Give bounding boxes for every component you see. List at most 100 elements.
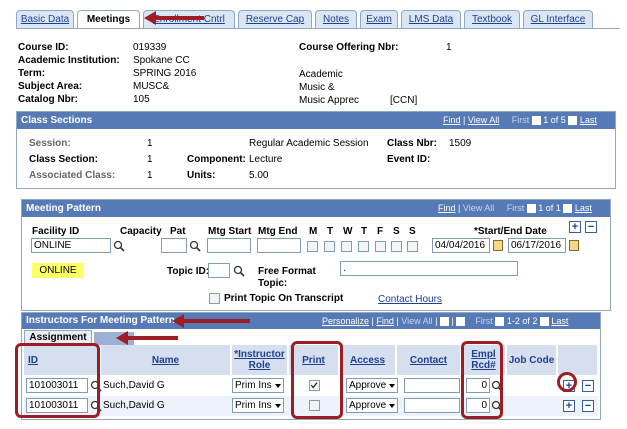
pat-lookup-icon[interactable] <box>189 240 201 252</box>
end-date-input[interactable]: 06/17/2016 <box>508 238 566 253</box>
row-count: 1 of 5 <box>543 115 566 125</box>
tab-basic-data[interactable]: Basic Data <box>16 10 74 28</box>
personalize-link[interactable]: Personalize <box>322 316 369 326</box>
facility-lookup-icon[interactable] <box>113 240 125 252</box>
prev-arrow-icon[interactable] <box>495 317 505 327</box>
tab-textbook[interactable]: Textbook <box>464 10 520 28</box>
day-t-checkbox[interactable] <box>324 241 335 252</box>
tab-reserve-cap[interactable]: Reserve Cap <box>238 10 312 28</box>
instructor-role-select[interactable]: Prim Ins <box>232 398 284 413</box>
topic-id-label: Topic ID: <box>167 266 210 277</box>
class-nbr-value: 1509 <box>449 138 472 149</box>
chevron-down-icon <box>275 404 281 408</box>
start-end-date-label: *Start/End Date <box>474 226 547 237</box>
component-value: Lecture <box>249 154 283 165</box>
annotation-box-id <box>15 343 100 418</box>
associated-class-value: 1 <box>147 170 153 181</box>
delete-instructor-icon[interactable]: − <box>582 400 594 412</box>
delete-row-icon[interactable]: − <box>585 221 597 233</box>
access-select[interactable]: Approve <box>346 378 398 393</box>
day-s2-checkbox[interactable] <box>407 241 418 252</box>
role-value: Prim Ins <box>235 380 272 391</box>
tab-underline <box>16 28 620 29</box>
tab-notes[interactable]: Notes <box>315 10 357 28</box>
view-all-link[interactable]: View All <box>468 115 499 125</box>
tab-lms-data[interactable]: LMS Data <box>401 10 461 28</box>
free-format-label: Free Format <box>258 266 316 277</box>
col-access-label: Access <box>349 354 386 366</box>
facility-id-input[interactable]: ONLINE <box>31 238 111 253</box>
col-access[interactable]: Access <box>340 345 396 375</box>
col-instructor-role[interactable]: *Instructor Role <box>232 345 288 375</box>
course-offering-value: 1 <box>446 42 452 53</box>
last-link[interactable]: Last <box>575 203 592 213</box>
first-link[interactable]: First <box>512 115 530 125</box>
add-instructor-icon[interactable]: + <box>563 400 575 412</box>
col-role-label-1: *Instructor <box>234 349 285 360</box>
topic-lookup-icon[interactable] <box>233 265 245 277</box>
find-link[interactable]: Find <box>376 316 394 326</box>
next-arrow-icon[interactable] <box>568 116 578 126</box>
catalog-tag: [CCN] <box>390 95 418 106</box>
end-calendar-icon[interactable] <box>569 240 579 251</box>
session-label: Session: <box>29 138 71 149</box>
capacity-label: Capacity <box>120 226 162 237</box>
prev-arrow-icon[interactable] <box>531 116 541 126</box>
chevron-down-icon <box>389 384 395 388</box>
instructor-role-select[interactable]: Prim Ins <box>232 378 284 393</box>
day-t2-checkbox[interactable] <box>358 241 369 252</box>
col-name[interactable]: Name <box>101 345 231 375</box>
instructors-title: Instructors For Meeting Pattern <box>26 315 175 326</box>
start-calendar-icon[interactable] <box>493 240 503 251</box>
contact-hours-link[interactable]: Contact Hours <box>378 294 442 305</box>
first-link[interactable]: First <box>475 316 493 326</box>
tab-gl-interface[interactable]: GL Interface <box>523 10 593 28</box>
free-format-topic-input[interactable]: . <box>340 261 518 276</box>
prev-arrow-icon[interactable] <box>526 204 536 214</box>
contact-input[interactable] <box>404 398 460 413</box>
grid-icon[interactable] <box>456 317 466 327</box>
day-m-checkbox[interactable] <box>307 241 318 252</box>
access-select[interactable]: Approve <box>346 398 398 413</box>
tab-exam[interactable]: Exam <box>360 10 398 28</box>
col-contact-label: Contact <box>409 354 448 366</box>
institution-label: Academic Institution: <box>18 55 120 66</box>
tab-meetings[interactable]: Meetings <box>77 10 140 29</box>
add-row-icon[interactable]: + <box>569 221 581 233</box>
print-topic-checkbox[interactable] <box>209 293 220 304</box>
print-topic-label: Print Topic On Transcript <box>224 293 344 304</box>
first-link[interactable]: First <box>507 203 525 213</box>
day-f-checkbox[interactable] <box>375 241 386 252</box>
last-link[interactable]: Last <box>580 115 597 125</box>
start-date-input[interactable]: 04/04/2016 <box>432 238 490 253</box>
col-contact[interactable]: Contact <box>397 345 461 375</box>
instructor-name: Such,David G <box>103 380 165 391</box>
annotation-arrow <box>182 319 250 323</box>
view-all-link[interactable]: View All <box>401 316 432 326</box>
class-sections-panel: Class Sections Find | View All First 1 o… <box>16 111 616 189</box>
mtg-end-label: Mtg End <box>258 226 298 237</box>
day-w-checkbox[interactable] <box>341 241 352 252</box>
view-all-link[interactable]: View All <box>463 203 494 213</box>
topic-id-input[interactable] <box>208 263 230 278</box>
next-arrow-icon[interactable] <box>539 317 549 327</box>
day-f-label: F <box>377 226 384 237</box>
class-section-value: 1 <box>147 154 153 165</box>
day-s-checkbox[interactable] <box>391 241 402 252</box>
next-arrow-icon[interactable] <box>563 204 573 214</box>
download-icon[interactable] <box>439 317 449 327</box>
mtg-end-input[interactable] <box>257 238 301 253</box>
facility-id-label: Facility ID <box>32 226 80 237</box>
subject-label: Subject Area: <box>18 81 83 92</box>
contact-input[interactable] <box>404 378 460 393</box>
delete-instructor-icon[interactable]: − <box>582 380 594 392</box>
mtg-start-input[interactable] <box>207 238 251 253</box>
pat-input[interactable] <box>161 238 187 253</box>
last-link[interactable]: Last <box>551 316 568 326</box>
role-value: Prim Ins <box>235 400 272 411</box>
find-link[interactable]: Find <box>438 203 456 213</box>
class-sections-title: Class Sections <box>21 115 93 126</box>
meeting-pattern-nav: Find | View All First 1 of 1 Last <box>438 203 592 214</box>
mtg-start-label: Mtg Start <box>208 226 252 237</box>
find-link[interactable]: Find <box>443 115 461 125</box>
